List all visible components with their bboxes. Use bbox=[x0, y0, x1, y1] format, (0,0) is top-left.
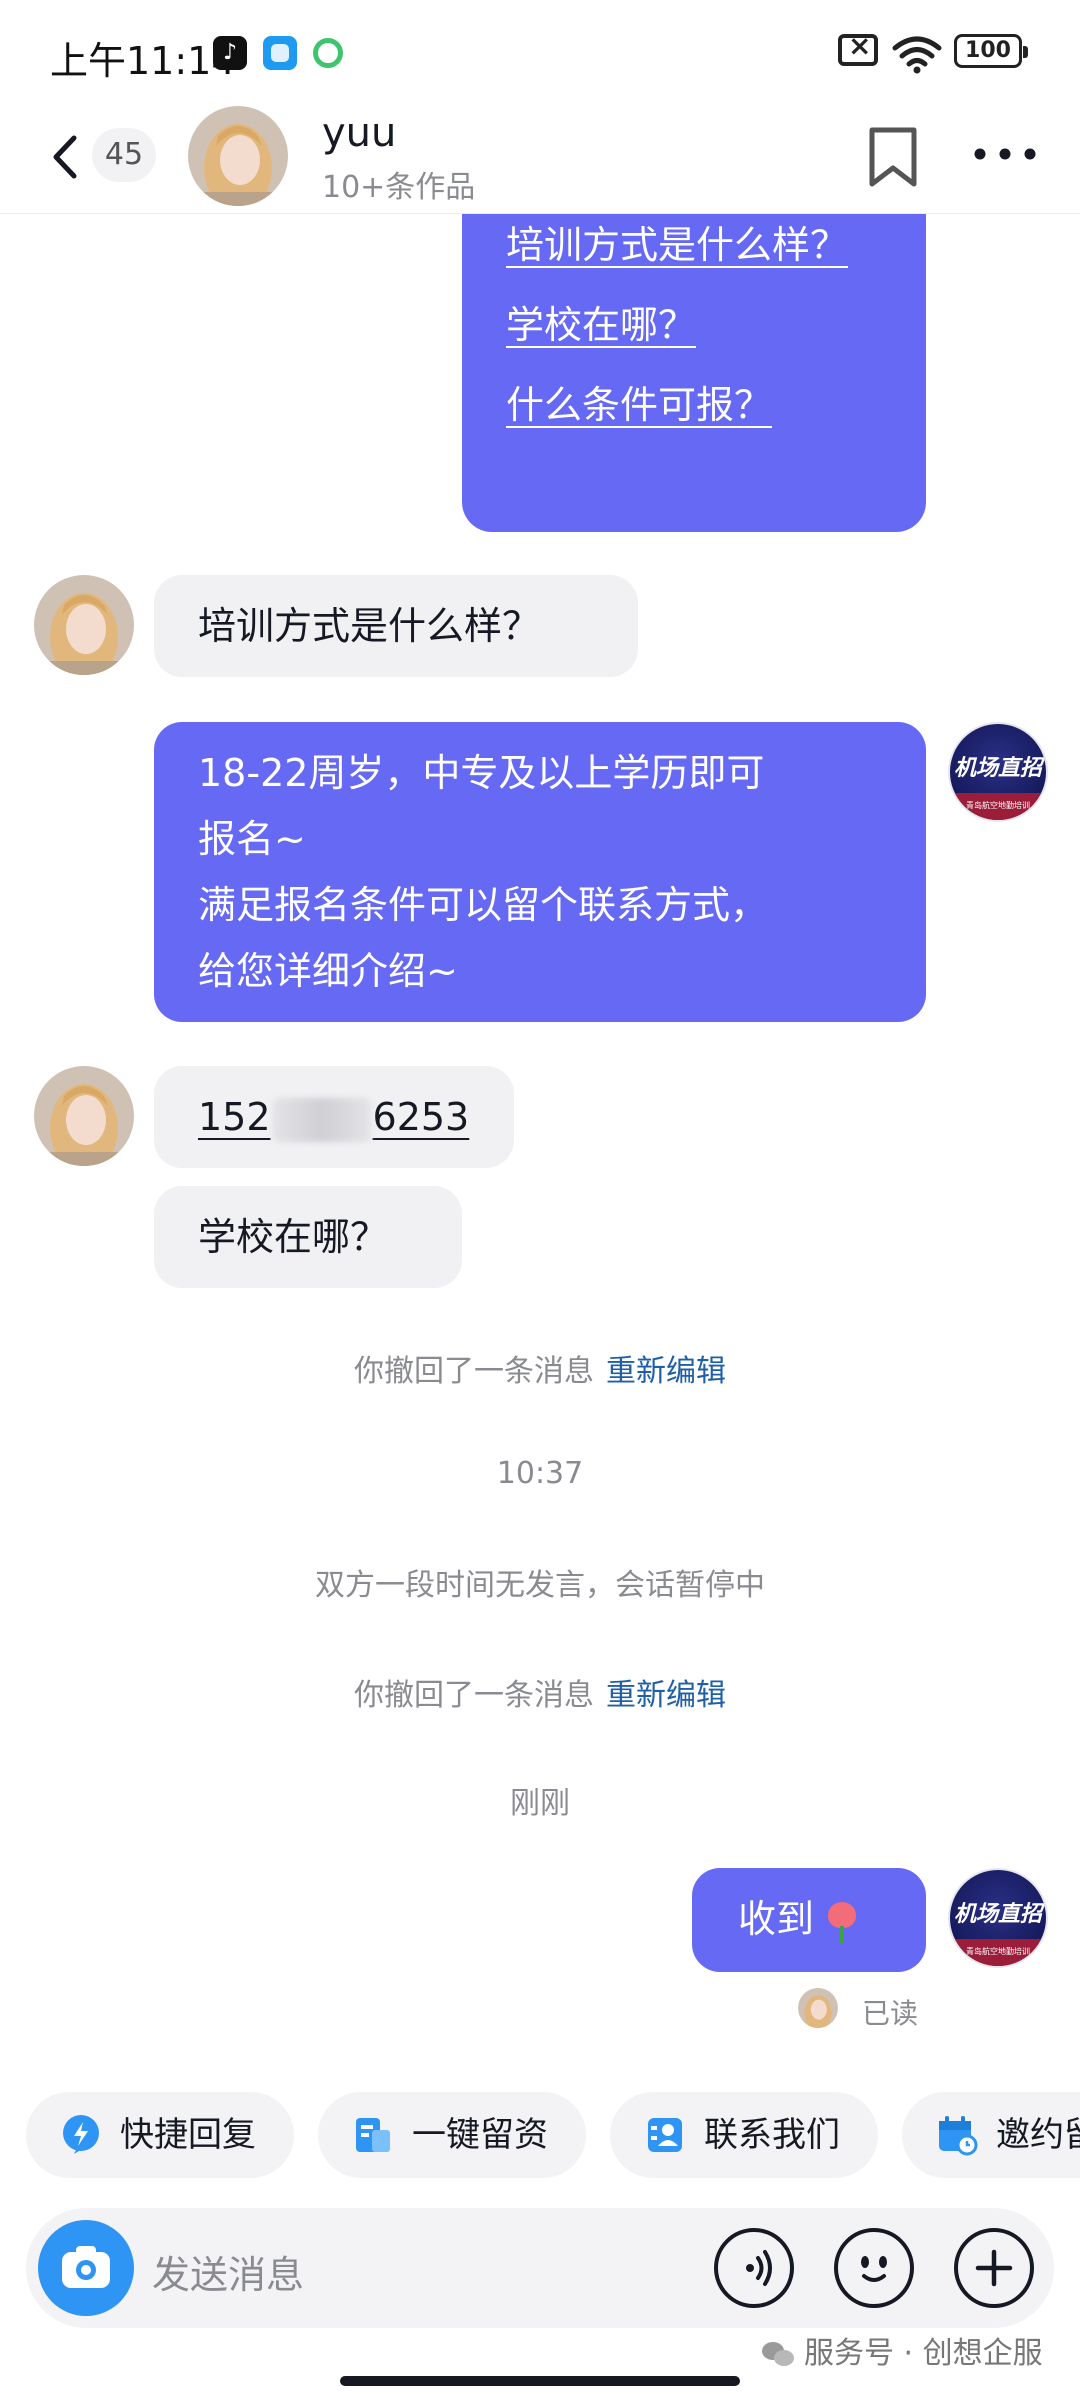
contact-card-icon bbox=[648, 2118, 682, 2152]
session-paused-notice: 双方一段时间无发言，会话暂停中 bbox=[315, 1568, 765, 1603]
phone-number-suffix[interactable]: 6253 bbox=[373, 1095, 470, 1139]
chip-label: 联系我们 bbox=[704, 2115, 840, 2155]
camera-icon bbox=[62, 2246, 110, 2288]
emoji-icon bbox=[861, 2256, 887, 2282]
phone-redaction-blur bbox=[272, 1097, 371, 1142]
brand-avatar-name: 机场直招 bbox=[953, 1902, 1042, 1927]
re-edit-link[interactable]: 重新编辑 bbox=[606, 1354, 726, 1389]
brand-avatar[interactable]: 机场直招 青岛航空地勤培训 bbox=[948, 722, 1048, 822]
more-plus-button[interactable] bbox=[954, 2228, 1034, 2308]
form-icon bbox=[356, 2118, 390, 2152]
reply-line: 满足报名条件可以留个联系方式， bbox=[198, 883, 769, 927]
brand-avatar-subtitle: 青岛航空地勤培训 bbox=[966, 801, 1030, 810]
appointment-chip[interactable]: 邀约留 bbox=[902, 2092, 1080, 2178]
battery-icon: 100 bbox=[954, 34, 1028, 68]
recall-text: 你撤回了一条消息 bbox=[354, 1678, 594, 1713]
outgoing-message: 18-22周岁，中专及以上学历即可 报名~ 满足报名条件可以留个联系方式， 给您… bbox=[154, 722, 926, 1022]
menu-option-training[interactable]: 培训方式是什么样？ bbox=[506, 222, 882, 268]
camera-button[interactable] bbox=[38, 2220, 134, 2316]
contact-avatar[interactable] bbox=[188, 106, 288, 206]
no-sim-icon bbox=[838, 29, 878, 66]
plus-icon bbox=[975, 2249, 1013, 2287]
reply-line: 18-22周岁，中专及以上学历即可 bbox=[198, 751, 765, 795]
user-avatar[interactable] bbox=[34, 1066, 134, 1166]
incoming-phone-message[interactable]: 152 6253 bbox=[154, 1066, 514, 1168]
quick-reply-chip[interactable]: 快捷回复 bbox=[26, 2092, 294, 2178]
voice-button[interactable] bbox=[714, 2228, 794, 2308]
unread-count-badge[interactable]: 45 bbox=[92, 128, 156, 182]
re-edit-link[interactable]: 重新编辑 bbox=[606, 1678, 726, 1713]
received-text: 收到 bbox=[738, 1897, 815, 1941]
user-avatar[interactable] bbox=[34, 575, 134, 675]
more-dots-icon bbox=[974, 148, 1036, 160]
wifi-icon bbox=[892, 34, 942, 74]
recall-notice: 你撤回了一条消息 重新编辑 bbox=[0, 1670, 1080, 1714]
chip-label: 邀约留 bbox=[996, 2115, 1080, 2155]
message-input-bar: 发送消息 bbox=[26, 2208, 1054, 2328]
read-receipt-avatar bbox=[798, 1988, 838, 2028]
reply-line: 报名~ bbox=[198, 817, 306, 861]
green-notification-icon bbox=[313, 38, 343, 68]
emoji-button[interactable] bbox=[834, 2228, 914, 2308]
brand-avatar-subtitle: 青岛航空地勤培训 bbox=[966, 1947, 1030, 1956]
contact-works-count[interactable]: 10+条作品 bbox=[322, 162, 475, 206]
brand-avatar-name: 机场直招 bbox=[953, 756, 1042, 781]
more-options-button[interactable] bbox=[970, 134, 1040, 174]
timestamp: 刚刚 bbox=[510, 1786, 570, 1821]
calendar-icon bbox=[939, 2116, 978, 2156]
lightning-icon bbox=[63, 2115, 99, 2154]
quick-actions-row: 快捷回复 一键留资 联系我们 邀约留 bbox=[0, 2092, 1080, 2178]
menu-option-location[interactable]: 学校在哪？ bbox=[506, 302, 882, 348]
wechat-icon bbox=[762, 2341, 796, 2368]
contact-name: yuu bbox=[322, 110, 397, 156]
back-arrow-icon bbox=[53, 135, 77, 179]
menu-options-bubble: 培训方式是什么样？ 学校在哪？ 什么条件可报？ bbox=[462, 214, 926, 532]
incoming-message: 学校在哪？ bbox=[154, 1186, 462, 1288]
recall-text: 你撤回了一条消息 bbox=[354, 1354, 594, 1389]
timestamp: 10:37 bbox=[496, 1456, 584, 1491]
outgoing-message: 收到 bbox=[692, 1868, 926, 1972]
back-button[interactable] bbox=[46, 132, 86, 182]
brand-avatar[interactable]: 机场直招 青岛航空地勤培训 bbox=[948, 1868, 1048, 1968]
recall-notice: 你撤回了一条消息 重新编辑 bbox=[0, 1346, 1080, 1390]
bookmark-icon bbox=[869, 127, 917, 187]
reply-line: 给您详细介绍~ bbox=[198, 949, 458, 993]
chip-label: 一键留资 bbox=[412, 2115, 548, 2155]
rose-emoji-icon bbox=[824, 1900, 860, 1944]
phone-number-prefix[interactable]: 152 bbox=[198, 1095, 271, 1139]
one-click-lead-chip[interactable]: 一键留资 bbox=[318, 2092, 586, 2178]
menu-option-requirements[interactable]: 什么条件可报？ bbox=[506, 382, 882, 428]
message-input[interactable]: 发送消息 bbox=[152, 2244, 304, 2299]
status-time: 上午11:14 bbox=[50, 39, 236, 83]
watermark: 服务号 · 创想企服 bbox=[762, 2328, 1043, 2372]
tiktok-notification-icon: ♪ bbox=[213, 36, 247, 70]
incoming-message: 培训方式是什么样？ bbox=[154, 575, 638, 677]
watermark-text: 服务号 · 创想企服 bbox=[804, 2336, 1043, 2371]
chip-label: 快捷回复 bbox=[120, 2115, 256, 2155]
voice-wave-icon bbox=[746, 2250, 772, 2286]
read-status: 已读 bbox=[862, 1997, 919, 2030]
app-notification-icon bbox=[263, 36, 297, 70]
bookmark-button[interactable] bbox=[866, 126, 920, 190]
home-indicator[interactable] bbox=[340, 2376, 740, 2386]
chat-header: 45 yuu 10+条作品 bbox=[0, 104, 1080, 214]
contact-us-chip[interactable]: 联系我们 bbox=[610, 2092, 878, 2178]
status-bar: 上午11:14 ♪ 100 bbox=[0, 0, 1080, 104]
